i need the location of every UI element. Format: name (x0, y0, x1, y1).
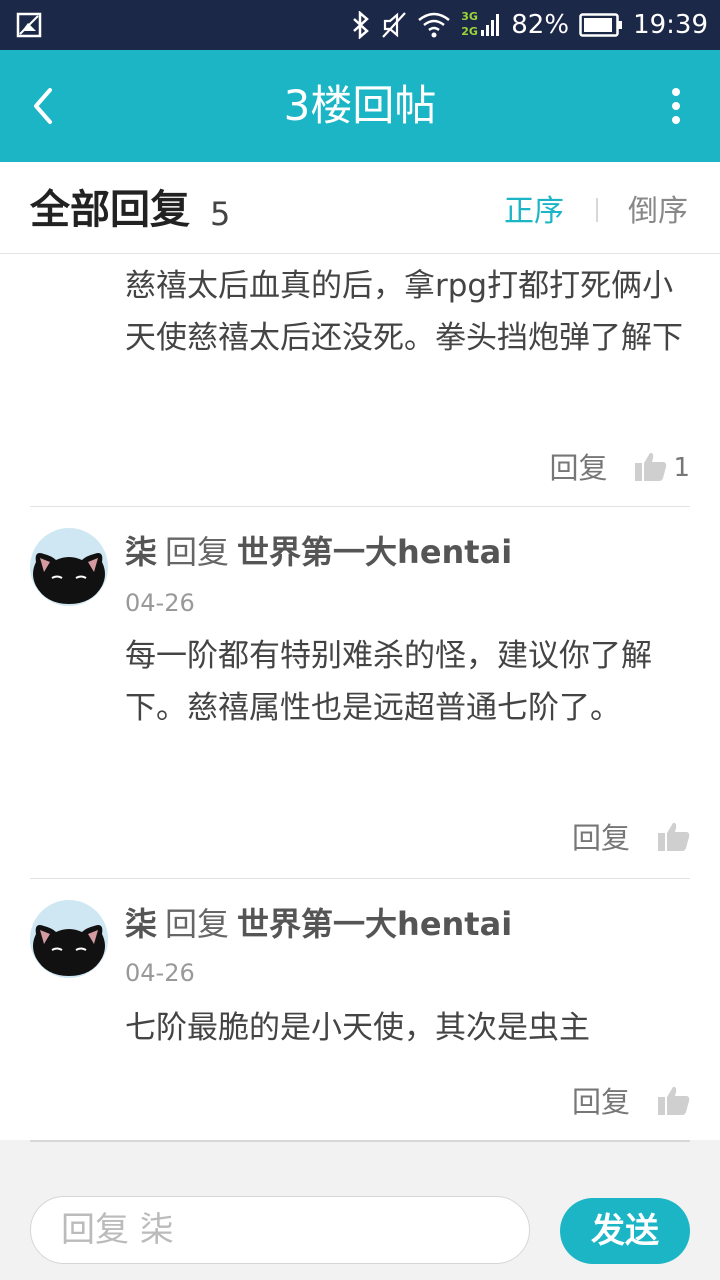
reply-text: 每一阶都有特别难杀的怪，建议你了解下。慈禧属性也是远超普通七阶了。 (125, 638, 652, 726)
reply-target[interactable]: 世界第一大hentai (237, 533, 512, 571)
replies-header: 全部回复 5 正序 倒序 (0, 162, 720, 254)
thumbs-up-icon (658, 1085, 690, 1119)
reply-word: 回复 (165, 533, 230, 571)
reply-button[interactable]: 回复 (572, 816, 630, 860)
thumbs-up-icon (658, 821, 690, 855)
like-button[interactable]: 1 (635, 451, 690, 485)
like-button[interactable] (658, 1085, 690, 1119)
replies-title: 全部回复 (30, 187, 190, 233)
more-vert-icon[interactable] (668, 86, 684, 126)
app-bar: 3楼回帖 (0, 50, 720, 162)
like-button[interactable] (658, 821, 690, 855)
sort-divider (596, 198, 598, 222)
like-count: 1 (673, 453, 690, 483)
reply-meta: 柒回复 世界第一大hentai (125, 902, 512, 946)
network-type-top: 3G (461, 10, 478, 23)
reply-input[interactable] (30, 1196, 530, 1264)
reply-button[interactable]: 回复 (572, 1080, 630, 1124)
mute-icon (381, 11, 407, 39)
clock: 19:39 (633, 10, 708, 40)
page-title: 3楼回帖 (283, 81, 437, 130)
bluetooth-icon (351, 11, 371, 39)
avatar[interactable] (30, 528, 108, 606)
wifi-icon (417, 12, 451, 38)
reply-actions: 回复 1 (549, 446, 690, 490)
sort-descending-tab[interactable]: 倒序 (628, 192, 688, 232)
reply-actions: 回复 (572, 816, 690, 860)
replies-count: 5 (210, 195, 231, 233)
author-name[interactable]: 柒 (125, 533, 157, 571)
battery-percent: 82% (511, 10, 570, 40)
status-bar: 3G 2G 82% 19:39 (0, 0, 720, 50)
author-name[interactable]: 柒 (125, 905, 157, 943)
battery-icon (579, 13, 623, 37)
send-button[interactable]: 发送 (560, 1198, 690, 1264)
image-notification-icon (16, 12, 42, 42)
thumbs-up-icon (635, 451, 667, 485)
avatar[interactable] (30, 900, 108, 978)
reply-text: 慈禧太后血真的后，拿rpg打都打死俩小天使慈禧太后还没死。拳头挡炮弹了解下 (125, 268, 683, 356)
reply-meta: 柒回复 世界第一大hentai (125, 530, 512, 574)
reply-word: 回复 (165, 905, 230, 943)
reply-date: 04-26 (125, 589, 195, 617)
sort-ascending-tab[interactable]: 正序 (504, 192, 564, 232)
reply-actions: 回复 (572, 1080, 690, 1124)
divider (30, 878, 690, 879)
signal-icon: 3G 2G (461, 8, 501, 42)
network-type-bottom: 2G (461, 25, 478, 38)
reply-button[interactable]: 回复 (549, 446, 607, 490)
replies-list: 慈禧太后血真的后，拿rpg打都打死俩小天使慈禧太后还没死。拳头挡炮弹了解下 回复… (0, 254, 720, 1140)
divider (30, 506, 690, 507)
composer-top-line (30, 1140, 690, 1142)
reply-date: 04-26 (125, 959, 195, 987)
reply-text: 七阶最脆的是小天使，其次是虫主 (125, 1010, 590, 1046)
reply-target[interactable]: 世界第一大hentai (237, 905, 512, 943)
